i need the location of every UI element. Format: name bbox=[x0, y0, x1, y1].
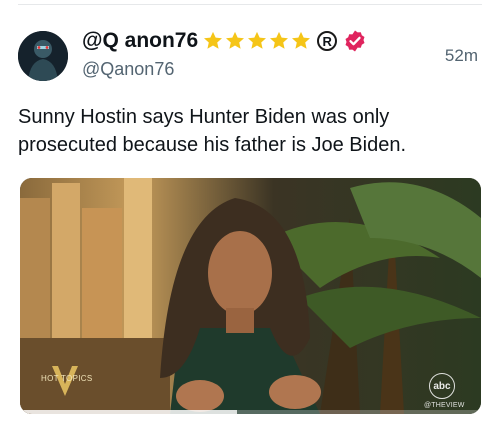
timestamp[interactable]: 52m bbox=[445, 46, 478, 66]
the-view-logo-icon bbox=[50, 364, 80, 403]
video-progress-bar[interactable] bbox=[20, 410, 481, 414]
star-icon bbox=[204, 31, 223, 49]
abc-logo: abc bbox=[429, 373, 455, 399]
tweet-text: Sunny Hostin says Hunter Biden was only … bbox=[18, 106, 407, 156]
star-icon bbox=[292, 31, 311, 49]
user-handle[interactable]: @Qanon76 bbox=[82, 59, 174, 80]
rating-stars bbox=[202, 30, 312, 52]
hot-topics-label: HOT TOPICS bbox=[41, 374, 93, 383]
display-name-row: @Q anon76 R bbox=[82, 29, 367, 53]
star-icon bbox=[248, 31, 267, 49]
top-divider bbox=[18, 4, 482, 5]
star-icon bbox=[226, 31, 245, 49]
avatar[interactable] bbox=[18, 31, 68, 81]
verified-badge-icon bbox=[345, 30, 365, 52]
display-name[interactable]: @Q anon76 bbox=[82, 29, 198, 53]
star-icon bbox=[270, 31, 289, 49]
video-progress-fill bbox=[20, 410, 237, 414]
network-handle-label: @THEVIEW bbox=[424, 402, 465, 409]
registered-icon: R bbox=[317, 31, 338, 51]
video-player[interactable]: HOT TOPICS abc @THEVIEW bbox=[20, 178, 481, 414]
